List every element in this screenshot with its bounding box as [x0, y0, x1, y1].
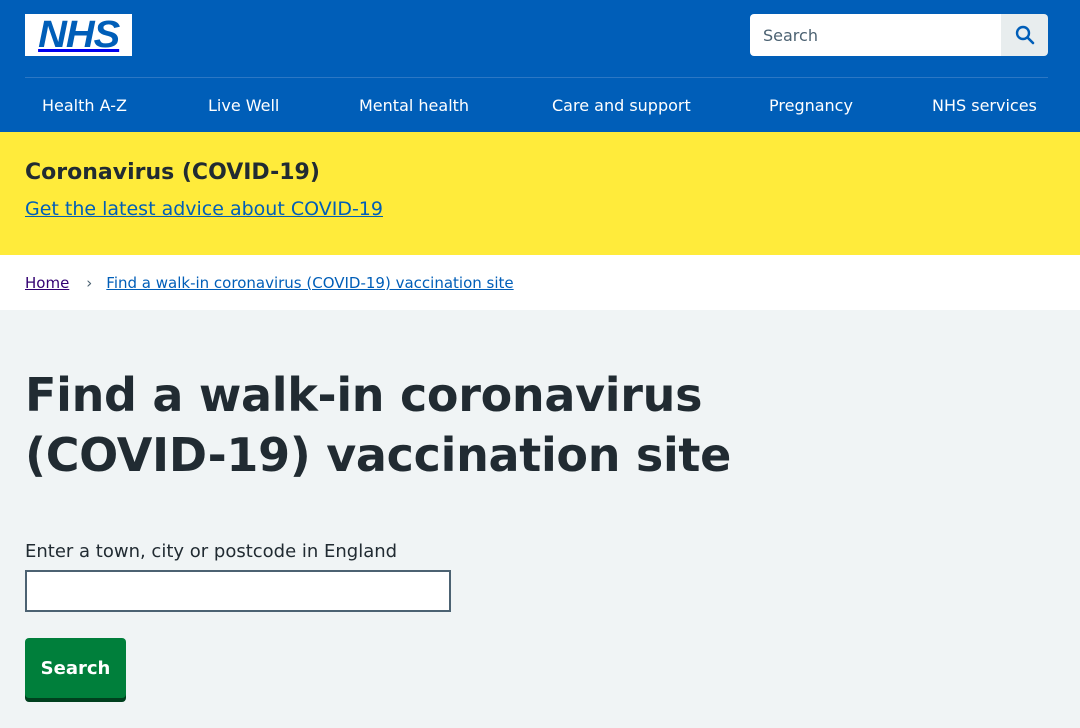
breadcrumb-current-link[interactable]: Find a walk-in coronavirus (COVID-19) va…: [106, 274, 513, 292]
nav-mental-health[interactable]: Mental health: [359, 96, 469, 115]
nhs-logo-text: NHS: [37, 14, 120, 56]
breadcrumb: Home › Find a walk-in coronavirus (COVID…: [0, 255, 1080, 310]
banner-title: Coronavirus (COVID-19): [25, 160, 320, 185]
nhs-logo[interactable]: NHS: [25, 14, 132, 56]
header-divider: [25, 77, 1048, 78]
nav-pregnancy[interactable]: Pregnancy: [769, 96, 853, 115]
nav-nhs-services[interactable]: NHS services: [932, 96, 1037, 115]
header-top: NHS: [25, 0, 1048, 78]
main-content: Find a walk-in coronavirus (COVID-19) va…: [0, 310, 1080, 698]
nav-health-a-z[interactable]: Health A-Z: [42, 96, 127, 115]
search-icon: [1015, 25, 1034, 45]
site-header: NHS Health A-Z Live Well Mental health C…: [0, 0, 1080, 132]
primary-nav: Health A-Z Live Well Mental health Care …: [25, 78, 1048, 132]
search-submit-button[interactable]: Search: [25, 638, 126, 698]
location-input[interactable]: [25, 570, 451, 612]
covid-banner: Coronavirus (COVID-19) Get the latest ad…: [0, 132, 1080, 255]
header-search: [750, 14, 1048, 56]
header-search-button[interactable]: [1001, 14, 1048, 56]
banner-link[interactable]: Get the latest advice about COVID-19: [25, 198, 383, 220]
breadcrumb-home-link[interactable]: Home: [25, 274, 69, 292]
chevron-right-icon: ›: [86, 273, 93, 292]
nav-live-well[interactable]: Live Well: [208, 96, 279, 115]
page-title: Find a walk-in coronavirus (COVID-19) va…: [25, 368, 732, 482]
nav-care-and-support[interactable]: Care and support: [552, 96, 691, 115]
location-field-label: Enter a town, city or postcode in Englan…: [25, 541, 398, 562]
header-search-input[interactable]: [750, 14, 1001, 56]
